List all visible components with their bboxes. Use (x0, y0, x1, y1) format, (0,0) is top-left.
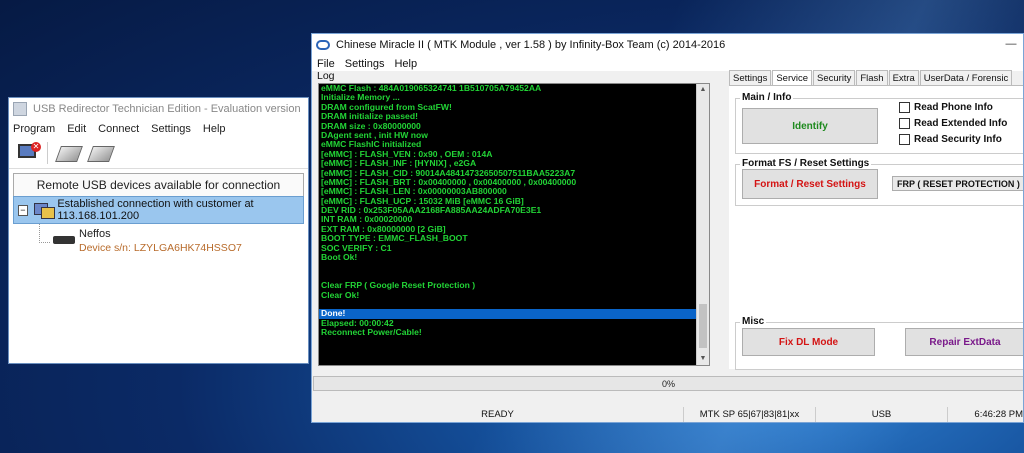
collapse-icon[interactable]: − (18, 204, 28, 216)
log-lines: eMMC Flash : 484A019065324741 1B510705A7… (319, 84, 696, 338)
log-line: Reconnect Power/Cable! (321, 327, 422, 338)
usb-toolbar: ✕ (9, 138, 308, 169)
checkbox-box (899, 118, 910, 129)
status-time: 6:46:28 PM (974, 409, 1023, 420)
remote-devices-header: Remote USB devices available for connect… (13, 173, 304, 196)
fix-dl-mode-button[interactable]: Fix DL Mode (742, 328, 875, 356)
miracle-title-bar: Chinese Miracle II ( MTK Module , ver 1.… (312, 34, 1023, 56)
log-line: Clear FRP ( Google Reset Protection ) (321, 280, 476, 291)
usb-plug-icon (87, 146, 115, 162)
usb-menu-edit[interactable]: Edit (67, 123, 86, 135)
close-icon: ✕ (31, 142, 41, 152)
read-phone-info-checkbox[interactable]: Read Phone Info (899, 102, 993, 113)
scroll-thumb[interactable] (699, 304, 707, 348)
tab-strip: Settings Service Security Flash Extra Us… (729, 70, 1013, 86)
main-info-label: Main / Info (740, 92, 794, 103)
log-scrollbar[interactable]: ▲ ▼ (696, 84, 709, 365)
infinity-icon (316, 40, 330, 50)
toolbar-separator (47, 142, 48, 164)
checkbox-box (899, 134, 910, 145)
usb-menu-settings[interactable]: Settings (151, 123, 191, 135)
disconnect-button[interactable]: ✕ (15, 142, 41, 164)
status-usb: USB (816, 407, 948, 422)
miracle-window-title: Chinese Miracle II ( MTK Module , ver 1.… (336, 39, 726, 51)
tab-settings[interactable]: Settings (729, 70, 772, 86)
format-label: Format FS / Reset Settings (740, 158, 872, 169)
scroll-down-icon[interactable]: ▼ (697, 353, 709, 365)
log-line: Boot Ok! (321, 252, 358, 263)
tab-flash[interactable]: Flash (856, 70, 888, 86)
usb-menubar: Program Edit Connect Settings Help (9, 120, 308, 138)
tab-security[interactable]: Security (813, 70, 856, 86)
tab-service[interactable]: Service (772, 70, 813, 86)
device-item[interactable]: Neffos Device s/n: LZYLGA6HK74HSSO7 (13, 224, 304, 264)
format-mode-select[interactable]: FRP ( RESET PROTECTION ) (892, 176, 1023, 191)
minimize-icon[interactable]: — (1003, 36, 1019, 52)
checkbox-label: Read Extended Info (914, 118, 1008, 129)
checkbox-label: Read Phone Info (914, 102, 993, 113)
usb-redirector-window: USB Redirector Technician Edition - Eval… (8, 97, 309, 364)
usb-menu-program[interactable]: Program (13, 123, 55, 135)
connection-icon (33, 201, 55, 219)
misc-label: Misc (740, 316, 767, 327)
usb-plug-button-1[interactable] (54, 142, 83, 164)
usb-plug-icon (55, 146, 83, 162)
usb-menu-help[interactable]: Help (203, 123, 226, 135)
device-name: Neffos (79, 228, 111, 240)
read-security-info-checkbox[interactable]: Read Security Info (899, 134, 1002, 145)
tree-line (39, 224, 50, 243)
log-console[interactable]: eMMC Flash : 484A019065324741 1B510705A7… (318, 83, 710, 366)
usb-window-title: USB Redirector Technician Edition - Eval… (33, 103, 301, 115)
log-line: Clear Ok! (321, 289, 360, 300)
service-panel: Main / Info Identify Read Phone Info Rea… (729, 85, 1023, 370)
log-line: SOC VERIFY : C1 (321, 242, 392, 253)
identify-button[interactable]: Identify (742, 108, 878, 144)
format-reset-button[interactable]: Format / Reset Settings (742, 169, 878, 199)
scroll-up-icon[interactable]: ▲ (697, 84, 709, 96)
tab-userdata-forensic[interactable]: UserData / Forensic (919, 70, 1013, 86)
connection-text: Established connection with customer at … (57, 198, 254, 222)
status-port: MTK SP 65|67|83|81|xx (684, 407, 816, 422)
read-extended-info-checkbox[interactable]: Read Extended Info (899, 118, 1007, 129)
tab-extra[interactable]: Extra (888, 70, 919, 86)
usb-menu-connect[interactable]: Connect (98, 123, 139, 135)
miracle-menubar: File Settings Help (312, 56, 1023, 71)
checkbox-label: Read Security Info (914, 134, 1002, 145)
menu-help[interactable]: Help (394, 58, 417, 70)
status-bar: READY MTK SP 65|67|83|81|xx USB 6:46:28 … (312, 407, 1023, 422)
menu-settings[interactable]: Settings (345, 58, 385, 70)
miracle-window: Chinese Miracle II ( MTK Module , ver 1.… (311, 33, 1024, 423)
usb-cable-icon (53, 236, 75, 244)
checkbox-box (899, 102, 910, 113)
log-label: Log (317, 70, 335, 82)
device-serial: Device s/n: LZYLGA6HK74HSSO7 (79, 242, 242, 254)
connection-row[interactable]: − Established connection with customer a… (13, 196, 304, 224)
usb-app-icon (13, 102, 27, 116)
usb-title-bar: USB Redirector Technician Edition - Eval… (9, 98, 308, 120)
menu-file[interactable]: File (317, 58, 335, 70)
progress-bar: 0% (313, 376, 1023, 391)
progress-text: 0% (661, 378, 675, 389)
repair-extdata-button[interactable]: Repair ExtData (905, 328, 1023, 356)
usb-plug-button-2[interactable] (86, 142, 115, 164)
status-ready: READY (312, 407, 684, 422)
